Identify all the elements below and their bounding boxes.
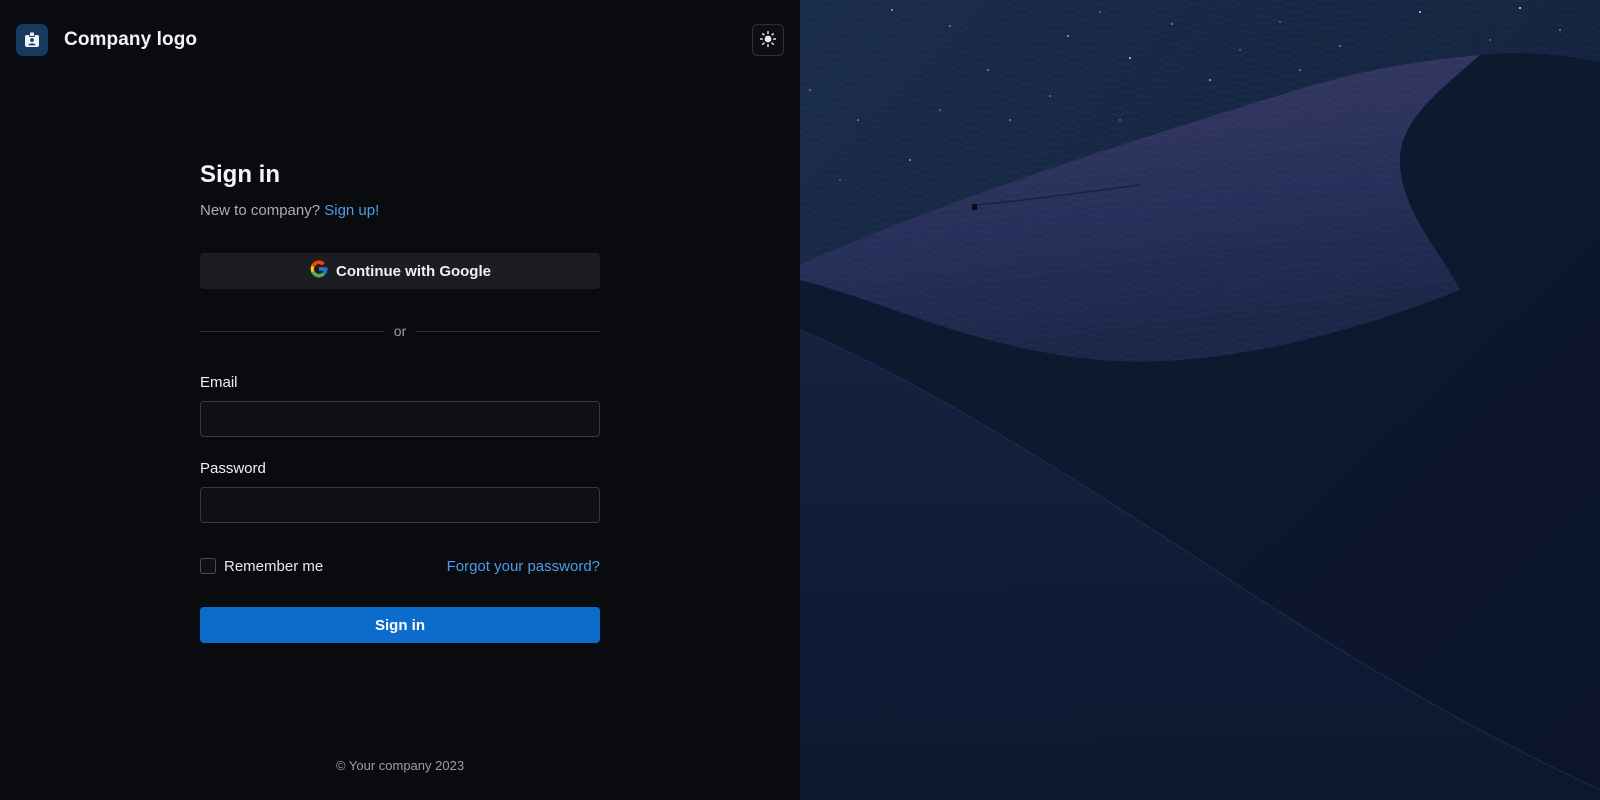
sign-in-page: Company logo Sign in New to company? Sig… [0,0,1600,800]
divider-line-right [416,330,601,332]
continue-with-google-button[interactable]: Continue with Google [200,253,600,289]
remember-me[interactable]: Remember me [200,558,323,575]
email-label: Email [200,374,238,391]
sign-in-button[interactable]: Sign in [200,607,600,643]
remember-me-checkbox[interactable] [200,558,216,574]
form-options-row: Remember me Forgot your password? [200,555,600,577]
sign-in-form: Sign in New to company? Sign up! Continu… [200,158,601,643]
theme-toggle-button[interactable] [752,24,784,56]
id-badge-icon [16,24,48,56]
google-button-label: Continue with Google [336,262,491,280]
email-field[interactable] [200,401,600,437]
signup-prompt-text: New to company? [200,202,321,219]
divider-line-left [200,330,384,332]
page-title: Sign in [200,161,280,188]
forgot-password-link[interactable]: Forgot your password? [447,558,600,575]
sign-up-link[interactable]: Sign up! [324,202,379,219]
auth-panel: Company logo Sign in New to company? Sig… [0,0,800,800]
brand-name: Company logo [64,29,198,50]
google-icon [309,259,329,283]
divider-text: or [393,323,407,339]
brand: Company logo [16,24,197,56]
desert-dune-night-illustration [800,0,1600,800]
password-field[interactable] [200,487,600,523]
background-image [800,0,1600,800]
or-divider: or [200,321,601,341]
signup-prompt: New to company? Sign up! [200,201,600,221]
footer-copyright: © Your company 2023 [335,758,465,773]
remember-me-label: Remember me [224,557,324,575]
password-label: Password [200,460,266,477]
sun-icon [759,30,777,51]
